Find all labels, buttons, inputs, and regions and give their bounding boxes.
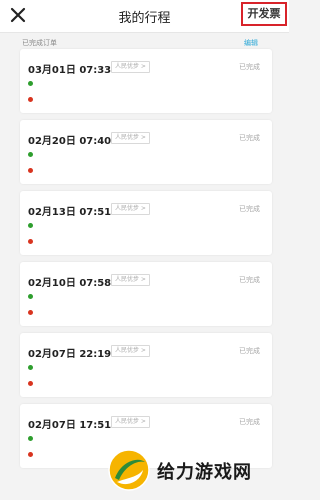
start-point-dot-icon bbox=[28, 223, 33, 228]
trip-datetime: 02月20日 07:40 bbox=[28, 136, 112, 147]
trip-status: 已完成 bbox=[239, 134, 260, 142]
end-point-dot-icon bbox=[28, 310, 33, 315]
edit-button[interactable]: 编辑 bbox=[244, 38, 258, 48]
end-point-dot-icon bbox=[28, 97, 33, 102]
trip-type-tag[interactable]: 人民优步 > bbox=[111, 61, 150, 73]
trip-datetime: 02月07日 22:19 bbox=[28, 349, 112, 360]
start-point-dot-icon bbox=[28, 81, 33, 86]
trip-status: 已完成 bbox=[239, 347, 260, 355]
trip-status: 已完成 bbox=[239, 276, 260, 284]
invoice-button[interactable]: 开发票 bbox=[241, 2, 287, 26]
end-point-dot-icon bbox=[28, 168, 33, 173]
trip-card[interactable]: 03月01日 07:33 人民优步 > 已完成 bbox=[20, 49, 272, 113]
trip-type-tag[interactable]: 人民优步 > bbox=[111, 416, 150, 428]
start-point-dot-icon bbox=[28, 436, 33, 441]
end-point-dot-icon bbox=[28, 239, 33, 244]
trip-type-tag[interactable]: 人民优步 > bbox=[111, 203, 150, 215]
trip-type-tag[interactable]: 人民优步 > bbox=[111, 132, 150, 144]
trip-card[interactable]: 02月13日 07:51 人民优步 > 已完成 bbox=[20, 191, 272, 255]
end-point-dot-icon bbox=[28, 452, 33, 457]
trip-list: 03月01日 07:33 人民优步 > 已完成 02月20日 07:40 人民优… bbox=[20, 49, 272, 475]
trip-card[interactable]: 02月07日 17:51 人民优步 > 已完成 bbox=[20, 404, 272, 468]
trip-datetime: 03月01日 07:33 bbox=[28, 65, 112, 76]
trip-datetime: 02月13日 07:51 bbox=[28, 207, 112, 218]
trip-datetime: 02月07日 17:51 bbox=[28, 420, 112, 431]
trip-status: 已完成 bbox=[239, 205, 260, 213]
end-point-dot-icon bbox=[28, 381, 33, 386]
trip-type-tag[interactable]: 人民优步 > bbox=[111, 345, 150, 357]
start-point-dot-icon bbox=[28, 152, 33, 157]
trip-card[interactable]: 02月10日 07:58 人民优步 > 已完成 bbox=[20, 262, 272, 326]
trip-status: 已完成 bbox=[239, 418, 260, 426]
trip-status: 已完成 bbox=[239, 63, 260, 71]
trip-datetime: 02月10日 07:58 bbox=[28, 278, 112, 289]
trip-type-tag[interactable]: 人民优步 > bbox=[111, 274, 150, 286]
start-point-dot-icon bbox=[28, 365, 33, 370]
start-point-dot-icon bbox=[28, 294, 33, 299]
trip-card[interactable]: 02月20日 07:40 人民优步 > 已完成 bbox=[20, 120, 272, 184]
app-header: 我的行程 开发票 bbox=[0, 0, 289, 33]
trip-card[interactable]: 02月07日 22:19 人民优步 > 已完成 bbox=[20, 333, 272, 397]
section-label: 已完成订单 bbox=[22, 39, 57, 47]
